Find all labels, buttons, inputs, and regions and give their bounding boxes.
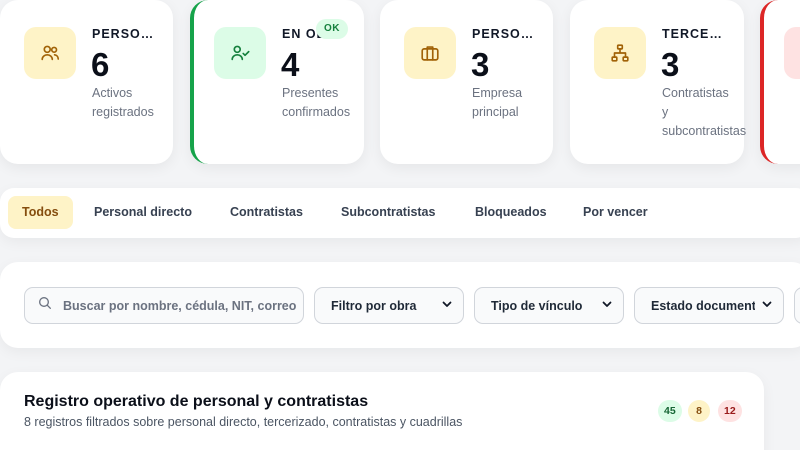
panel-title: Registro operativo de personal y contrat… bbox=[24, 393, 369, 410]
obra-select-label: Filtro por obra bbox=[331, 298, 417, 313]
stat-value: 3 bbox=[661, 46, 680, 83]
stat-value: 6 bbox=[91, 46, 110, 83]
extra-select[interactable] bbox=[794, 287, 800, 324]
registro-panel: Registro operativo de personal y contrat… bbox=[0, 372, 764, 450]
stat-label: PERSO… bbox=[472, 27, 535, 41]
chevron-down-icon bbox=[435, 298, 453, 313]
tab-subcontratistas[interactable]: Subcontratistas bbox=[327, 196, 449, 229]
count-badge-ok: 45 bbox=[658, 400, 682, 422]
chevron-down-icon bbox=[755, 298, 773, 313]
count-badge-warning: 8 bbox=[688, 400, 710, 422]
tab-bloqueados[interactable]: Bloqueados bbox=[461, 196, 561, 229]
search-field[interactable] bbox=[24, 287, 304, 324]
estado-select-label: Estado documental bbox=[651, 298, 755, 313]
users-icon bbox=[24, 27, 76, 79]
tab-por-vencer[interactable]: Por vencer bbox=[569, 196, 662, 229]
tab-personal-directo[interactable]: Personal directo bbox=[80, 196, 206, 229]
stat-description: Empresa principal bbox=[472, 86, 523, 119]
stat-description: Activos registrados bbox=[92, 86, 154, 119]
stat-label: TERCE… bbox=[662, 27, 723, 41]
tab-todos[interactable]: Todos bbox=[8, 196, 73, 229]
vinculo-select-label: Tipo de vínculo bbox=[491, 298, 583, 313]
stat-description: Presentes confirmados bbox=[282, 86, 351, 119]
user-check-icon bbox=[214, 27, 266, 79]
filter-tabs: Todos Personal directo Contratistas Subc… bbox=[0, 188, 800, 238]
stat-description: Contratistas y subcontratistas bbox=[662, 86, 747, 138]
obra-select[interactable]: Filtro por obra bbox=[314, 287, 464, 324]
stat-card-alert bbox=[760, 0, 800, 164]
panel-subtitle: 8 registros filtrados sobre personal dir… bbox=[24, 415, 463, 429]
org-chart-icon bbox=[594, 27, 646, 79]
vinculo-select[interactable]: Tipo de vínculo bbox=[474, 287, 624, 324]
stat-label: PERSO… bbox=[92, 27, 155, 41]
search-input[interactable] bbox=[63, 298, 298, 313]
stat-card-personal-directo: PERSO… 3 Empresa principal bbox=[380, 0, 553, 164]
count-badge-danger: 12 bbox=[718, 400, 742, 422]
status-badge: OK bbox=[316, 19, 348, 39]
stat-value: 4 bbox=[281, 46, 300, 83]
stat-value: 3 bbox=[471, 46, 490, 83]
stat-card-terceros: TERCE… 3 Contratistas y subcontratistas bbox=[570, 0, 747, 164]
briefcase-icon bbox=[404, 27, 456, 79]
search-icon bbox=[37, 295, 53, 316]
stat-card-personal: PERSO… 6 Activos registrados bbox=[0, 0, 173, 164]
alert-icon bbox=[784, 27, 800, 79]
estado-select[interactable]: Estado documental bbox=[634, 287, 784, 324]
tab-contratistas[interactable]: Contratistas bbox=[216, 196, 317, 229]
chevron-down-icon bbox=[595, 298, 613, 313]
filters-bar: Filtro por obra Tipo de vínculo Estado d… bbox=[0, 262, 800, 348]
